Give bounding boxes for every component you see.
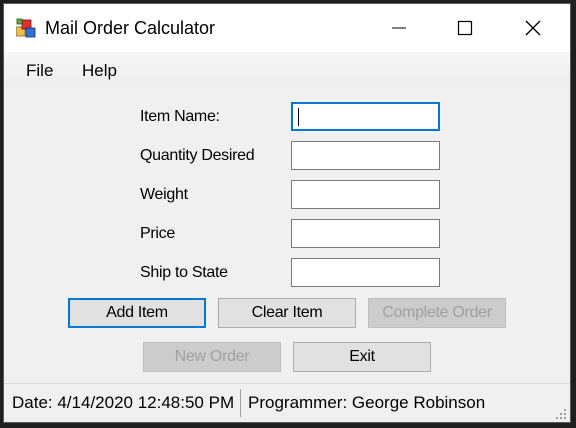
new-order-button[interactable]: New Order: [143, 342, 281, 372]
price-field[interactable]: [291, 219, 440, 248]
quantity-desired-label: Quantity Desired: [140, 147, 255, 164]
close-icon: [525, 20, 541, 36]
ship-to-state-field[interactable]: [291, 258, 440, 287]
maximize-button[interactable]: [442, 4, 488, 52]
maximize-icon: [457, 20, 473, 36]
price-label: Price: [140, 225, 175, 242]
status-date: Date: 4/14/2020 12:48:50 PM: [12, 393, 235, 412]
quantity-desired-field[interactable]: [291, 141, 440, 170]
text-caret: [298, 108, 299, 126]
title-bar[interactable]: Mail Order Calculator: [4, 4, 570, 52]
window-title: Mail Order Calculator: [45, 18, 216, 38]
minimize-icon: [392, 27, 406, 29]
item-name-label: Item Name:: [140, 108, 220, 125]
item-name-field[interactable]: [291, 102, 440, 131]
minimize-button[interactable]: [376, 4, 422, 52]
status-separator: [240, 389, 241, 417]
menu-file[interactable]: File: [26, 61, 53, 81]
status-programmer: Programmer: George Robinson: [248, 393, 486, 412]
close-button[interactable]: [510, 4, 556, 52]
resize-grip-icon[interactable]: [553, 406, 567, 420]
menu-help[interactable]: Help: [82, 61, 117, 81]
weight-label: Weight: [140, 186, 188, 203]
app-window: Mail Order Calculator File Help Item Nam…: [3, 3, 571, 423]
complete-order-button[interactable]: Complete Order: [368, 298, 506, 328]
status-bar: Date: 4/14/2020 12:48:50 PM Programmer: …: [4, 383, 570, 422]
exit-button[interactable]: Exit: [293, 342, 431, 372]
add-item-button[interactable]: Add Item: [68, 298, 206, 328]
weight-field[interactable]: [291, 180, 440, 209]
app-icon: [16, 18, 36, 38]
clear-item-button[interactable]: Clear Item: [218, 298, 356, 328]
ship-to-state-label: Ship to State: [140, 264, 228, 281]
menu-bar: File Help: [4, 52, 570, 88]
